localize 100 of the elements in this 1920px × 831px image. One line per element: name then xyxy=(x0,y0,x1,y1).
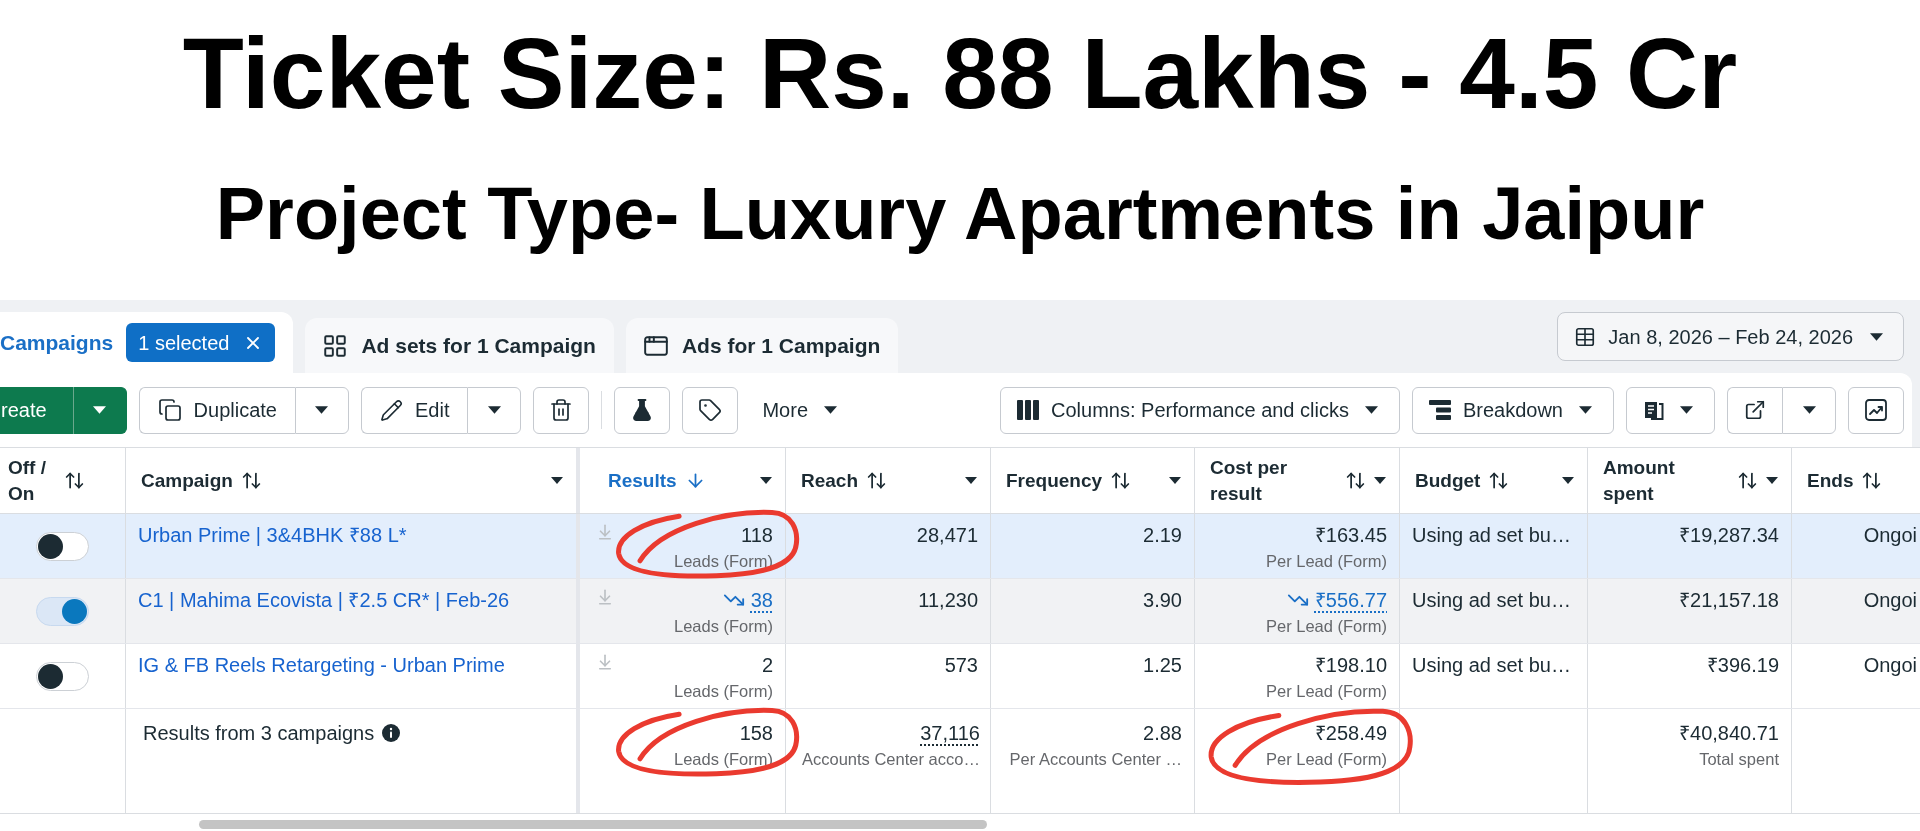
cost-value[interactable]: ₹556.77 xyxy=(1314,588,1387,612)
grid-icon xyxy=(322,332,349,359)
toggle-switch[interactable] xyxy=(36,531,89,561)
dropdown-button[interactable] xyxy=(295,386,349,434)
sort-icon[interactable] xyxy=(64,470,85,491)
caret-icon[interactable] xyxy=(1374,477,1386,484)
documents-icon xyxy=(1643,399,1665,421)
external-link-icon xyxy=(1744,399,1766,421)
campaign-link[interactable]: IG & FB Reels Retargeting - Urban Prime xyxy=(138,653,505,677)
results-count: 2 xyxy=(761,653,773,677)
campaign-link[interactable]: C1 | Mahima Ecovista | ₹2.5 CR* | Feb-26 xyxy=(138,588,510,612)
caret-icon xyxy=(1802,406,1816,414)
caret-icon xyxy=(1364,406,1378,414)
caret-icon[interactable] xyxy=(760,477,772,484)
caret-icon xyxy=(1579,406,1592,414)
tab[interactable]: Campaigns 1 selected xyxy=(0,312,294,373)
amount-spent-value: ₹396.19 xyxy=(1706,653,1779,677)
sort-icon[interactable] xyxy=(866,470,888,491)
table-row[interactable]: IG & FB Reels Retargeting - Urban Prime 2 Leads (Form) 573 1.25 ₹198.10 Per Lead (Form) Using ad set bu… ₹396.19 Ongoi xyxy=(0,644,1920,709)
cost-type: Per Lead (Form) xyxy=(1265,616,1387,636)
columns-button[interactable]: Columns: Performance and clicks xyxy=(1000,386,1400,434)
sort-icon[interactable] xyxy=(1110,470,1132,491)
copy-icon xyxy=(157,398,182,422)
breakdown-button[interactable]: Breakdown xyxy=(1411,386,1614,434)
edit-button[interactable]: Edit xyxy=(361,386,468,434)
scrollbar-thumb[interactable] xyxy=(199,820,987,829)
cost-type: Per Lead (Form) xyxy=(1265,681,1387,701)
dropdown-button[interactable] xyxy=(467,386,522,434)
summary-label: Results from 3 campaigns xyxy=(143,721,375,745)
export-button[interactable] xyxy=(1727,386,1782,434)
reach-total: 37,116 xyxy=(920,721,980,745)
end-status-text: Ongoi xyxy=(1863,588,1917,612)
flask-button[interactable] xyxy=(614,386,671,434)
amount-spent-value: ₹21,157.18 xyxy=(1679,588,1779,612)
table-row[interactable]: C1 | Mahima Ecovista | ₹2.5 CR* | Feb-26 38 Leads (Form) 11,230 3.90 ₹556.77 Per Lead (Form) Using ad set bu… ₹21,157.18 Ongoi xyxy=(0,579,1920,644)
sort-icon[interactable] xyxy=(240,470,262,491)
more-button[interactable]: More xyxy=(750,386,850,434)
tag-button[interactable] xyxy=(682,386,739,434)
cost-total: ₹258.49 xyxy=(1314,721,1387,745)
frequency-note: Per Accounts Center … xyxy=(1009,749,1182,769)
results-type: Leads (Form) xyxy=(673,749,773,769)
caret-icon[interactable] xyxy=(551,477,563,484)
caret-icon xyxy=(1870,332,1883,341)
caret-icon xyxy=(315,406,329,414)
caret-icon[interactable] xyxy=(1562,477,1574,484)
info-icon[interactable] xyxy=(382,724,401,742)
tag-icon xyxy=(698,398,723,422)
create-button[interactable]: reate xyxy=(0,386,73,434)
delete-button[interactable] xyxy=(533,386,590,434)
chart-button[interactable] xyxy=(1848,386,1904,434)
results-type: Leads (Form) xyxy=(673,681,773,701)
campaign-link[interactable]: Urban Prime | 3&4BHK ₹88 L* xyxy=(138,523,407,547)
end-status-text: Ongoi xyxy=(1863,523,1917,547)
sort-icon[interactable] xyxy=(1345,470,1366,491)
cost-type: Per Lead (Form) xyxy=(1265,551,1387,571)
caret-icon[interactable] xyxy=(965,477,977,484)
pencil-icon xyxy=(380,398,403,422)
budget-text: Using ad set bu… xyxy=(1412,653,1571,677)
tab[interactable]: Ads for 1 Campaign xyxy=(625,318,899,373)
reach-value: 573 xyxy=(944,653,978,677)
duplicate-button[interactable]: Duplicate xyxy=(138,386,295,434)
caret-icon xyxy=(93,406,107,414)
cost-value: ₹163.45 xyxy=(1314,523,1387,547)
amount-note: Total spent xyxy=(1699,749,1779,769)
results-type: Leads (Form) xyxy=(673,551,773,571)
frequency-value: 3.90 xyxy=(1143,588,1182,612)
reports-button[interactable] xyxy=(1626,386,1715,434)
results-count: 118 xyxy=(741,523,773,547)
end-status-text: Ongoi xyxy=(1863,653,1917,677)
cost-value: ₹198.10 xyxy=(1314,653,1387,677)
amount-spent-total: ₹40,840.71 xyxy=(1679,721,1779,745)
budget-text: Using ad set bu… xyxy=(1412,523,1571,547)
budget-text: Using ad set bu… xyxy=(1412,588,1571,612)
caret-icon xyxy=(487,406,501,414)
columns-icon xyxy=(1017,400,1040,420)
tab[interactable]: Ad sets for 1 Campaign xyxy=(305,318,614,373)
toggle-switch[interactable] xyxy=(36,661,89,691)
line-chart-icon xyxy=(1865,399,1887,421)
reach-value: 28,471 xyxy=(916,523,978,547)
frequency-value: 1.25 xyxy=(1143,653,1182,677)
date-range-button[interactable]: Jan 8, 2026 – Feb 24, 2026 xyxy=(1557,312,1904,361)
cost-type: Per Lead (Form) xyxy=(1265,749,1387,769)
sort-icon[interactable] xyxy=(1488,470,1510,491)
results-total: 158 xyxy=(739,721,773,745)
reach-note: Accounts Center acco… xyxy=(802,749,980,769)
toggle-switch[interactable] xyxy=(36,596,89,626)
sort-icon[interactable] xyxy=(1861,470,1883,491)
trash-icon xyxy=(549,398,574,422)
calendar-icon xyxy=(1574,325,1597,348)
caret-icon[interactable] xyxy=(1766,477,1778,484)
results-type: Leads (Form) xyxy=(673,616,773,636)
selection-chip[interactable]: 1 selected xyxy=(126,323,276,362)
frequency-value: 2.19 xyxy=(1143,523,1182,547)
results-count[interactable]: 38 xyxy=(750,588,773,612)
caret-icon xyxy=(1680,406,1693,414)
dropdown-button[interactable] xyxy=(72,386,127,434)
reach-value: 11,230 xyxy=(918,588,978,612)
caret-icon xyxy=(824,406,838,414)
caret-icon[interactable] xyxy=(1169,477,1181,484)
sort-icon[interactable] xyxy=(1737,470,1758,491)
